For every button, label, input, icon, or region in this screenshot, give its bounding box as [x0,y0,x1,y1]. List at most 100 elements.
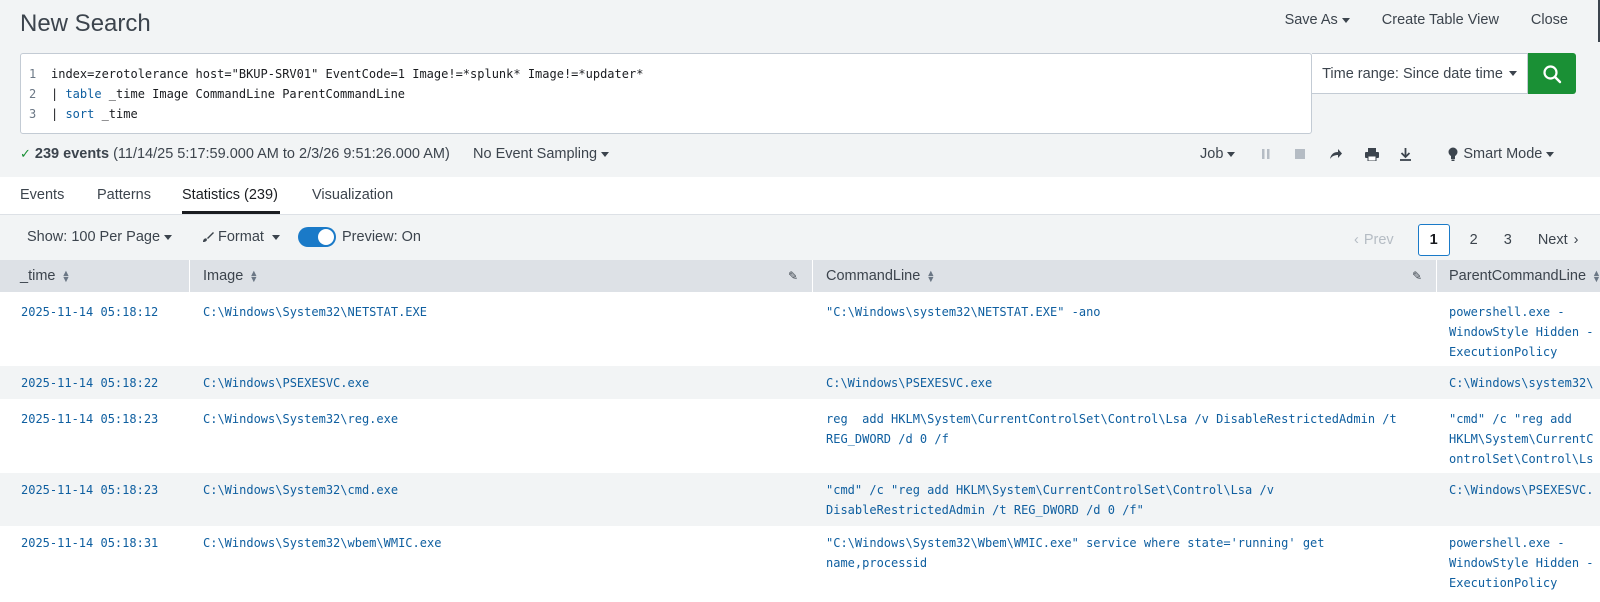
cell-parentcommandline[interactable]: "cmd" /c "reg add HKLM\System\CurrentCon… [1449,409,1600,471]
line-number: 1 [29,67,37,81]
preview-toggle[interactable]: Preview: On [298,227,421,247]
job-menu[interactable]: Job [1200,146,1236,162]
cell-image[interactable]: C:\Windows\PSEXESVC.exe [203,373,803,393]
cell-commandline[interactable]: C:\Windows\PSEXESVC.exe [826,373,1426,393]
share-icon [1330,149,1343,159]
table-row: 2025-11-14 05:18:23 C:\Windows\System32\… [0,473,1600,526]
close-button[interactable]: Close [1531,12,1568,28]
line-number: 3 [29,107,37,121]
column-header-parentcommandline[interactable]: ParentCommandLine ▲ ▼ [1437,260,1600,292]
format-label: Format [218,229,264,245]
share-button[interactable] [1329,148,1343,160]
column-label: _time [20,268,56,284]
save-as-label: Save As [1284,12,1338,28]
search-mode-dropdown[interactable]: Smart Mode [1448,146,1555,162]
print-button[interactable] [1365,147,1380,161]
pagination: ‹ Prev 1 2 3 Next › [1354,224,1579,256]
chevron-down-icon [271,234,280,240]
toggle-switch[interactable] [298,227,336,247]
page-1-button[interactable]: 1 [1417,224,1450,256]
query-text: _time Image CommandLine ParentCommandLin… [101,87,406,101]
time-range-picker[interactable]: Time range: Since date time [1312,53,1528,94]
cell-commandline[interactable]: "C:\Windows\System32\Wbem\WMIC.exe" serv… [826,533,1386,573]
pencil-icon[interactable]: ✎ [788,269,798,283]
cell-image[interactable]: C:\Windows\System32\NETSTAT.EXE [203,302,803,322]
cell-image[interactable]: C:\Windows\System32\wbem\WMIC.exe [203,533,803,553]
column-label: Image [203,268,244,284]
prev-page-button[interactable]: ‹ Prev [1354,224,1394,256]
lightbulb-icon [1448,147,1458,161]
results-tabs: Events Patterns Statistics (239) Visuali… [0,177,1600,215]
query-text: _time [94,107,138,121]
page-3-button[interactable]: 3 [1504,224,1512,256]
cell-time[interactable]: 2025-11-14 05:18:31 [21,533,186,553]
event-sampling-dropdown[interactable]: No Event Sampling [473,146,610,162]
cell-parentcommandline[interactable]: C:\Windows\system32\services.exe [1449,373,1600,393]
tab-events[interactable]: Events [20,187,64,203]
save-as-menu[interactable]: Save As [1285,12,1350,28]
page-2-button[interactable]: 2 [1470,224,1478,256]
query-keyword: sort [65,107,95,121]
create-table-view-button[interactable]: Create Table View [1382,12,1499,28]
tab-statistics[interactable]: Statistics (239) [182,187,278,203]
print-icon [1365,147,1380,161]
prev-label: Prev [1363,232,1394,248]
cell-time[interactable]: 2025-11-14 05:18:23 [21,409,186,429]
column-label: ParentCommandLine [1449,268,1587,284]
sort-icon: ▲ ▼ [249,268,259,284]
cell-commandline[interactable]: "C:\Windows\system32\NETSTAT.EXE" -ano [826,302,1426,322]
format-dropdown[interactable]: Format [202,229,280,245]
cell-parentcommandline[interactable]: powershell.exe -WindowStyle Hidden -Exec… [1449,533,1600,595]
sort-icon: ▲ ▼ [61,268,71,284]
column-header-image[interactable]: Image ▲ ▼ ✎ [190,260,813,292]
export-button[interactable] [1399,147,1412,161]
cell-image[interactable]: C:\Windows\System32\reg.exe [203,409,803,429]
query-line: 1 index=zerotolerance host="BKUP-SRV01" … [21,64,643,84]
cell-time[interactable]: 2025-11-14 05:18:12 [21,302,186,322]
per-page-dropdown[interactable]: Show: 100 Per Page [27,229,173,245]
column-header-commandline[interactable]: CommandLine ▲ ▼ ✎ [813,260,1437,292]
event-sampling-label: No Event Sampling [473,146,598,162]
page-title: New Search [20,10,151,37]
line-number: 2 [29,87,37,101]
table-row: 2025-11-14 05:18:22 C:\Windows\PSEXESVC.… [0,366,1600,399]
chevron-down-icon [1227,151,1236,157]
search-query-editor[interactable]: 1 index=zerotolerance host="BKUP-SRV01" … [20,53,1312,134]
cell-time[interactable]: 2025-11-14 05:18:22 [21,373,186,393]
next-page-button[interactable]: Next › [1538,224,1579,256]
sort-icon: ▲ ▼ [926,268,936,284]
event-time-range: (11/14/25 5:17:59.000 AM to 2/3/26 9:51:… [113,146,450,162]
cell-parentcommandline[interactable]: powershell.exe -WindowStyle Hidden -Exec… [1449,302,1600,364]
chevron-left-icon: ‹ [1354,232,1359,248]
cell-commandline[interactable]: "cmd" /c "reg add HKLM\System\CurrentCon… [826,480,1426,520]
cell-time[interactable]: 2025-11-14 05:18:23 [21,480,186,500]
chevron-down-icon [1508,71,1517,76]
cell-parentcommandline[interactable]: C:\Windows\PSEXESVC.exe [1449,480,1600,500]
chevron-down-icon [1546,151,1555,157]
header-actions: Save As Create Table View Close [1253,12,1568,28]
pencil-icon[interactable]: ✎ [1412,269,1422,283]
table-row: 2025-11-14 05:18:23 C:\Windows\System32\… [0,399,1600,473]
tab-visualization[interactable]: Visualization [312,187,393,203]
event-count: 239 events [34,146,110,162]
table-row: 2025-11-14 05:18:31 C:\Windows\System32\… [0,526,1600,602]
table-header: _time ▲ ▼ Image ▲ ▼ ✎ CommandLine ▲ ▼ ✎ Parent… [0,260,1600,292]
download-icon [1400,147,1412,161]
chevron-down-icon [1341,17,1350,23]
cell-commandline[interactable]: reg add HKLM\System\CurrentControlSet\Co… [826,409,1426,449]
query-line: 3 | sort _time [21,104,138,124]
cell-image[interactable]: C:\Windows\System32\cmd.exe [203,480,803,500]
query-text: | [51,87,66,101]
active-tab-indicator [182,211,280,214]
time-range-label: Time range: Since date time [1322,65,1503,82]
search-button[interactable] [1528,53,1576,94]
chevron-down-icon [601,151,610,157]
checkmark-icon: ✓ [20,146,31,161]
stop-button[interactable] [1295,149,1306,159]
query-text: index=zerotolerance host="BKUP-SRV01" Ev… [51,67,644,81]
tab-patterns[interactable]: Patterns [97,187,151,203]
pause-button[interactable] [1261,148,1271,160]
column-label: CommandLine [826,268,921,284]
query-keyword: table [65,87,102,101]
column-header-time[interactable]: _time ▲ ▼ [0,260,190,292]
